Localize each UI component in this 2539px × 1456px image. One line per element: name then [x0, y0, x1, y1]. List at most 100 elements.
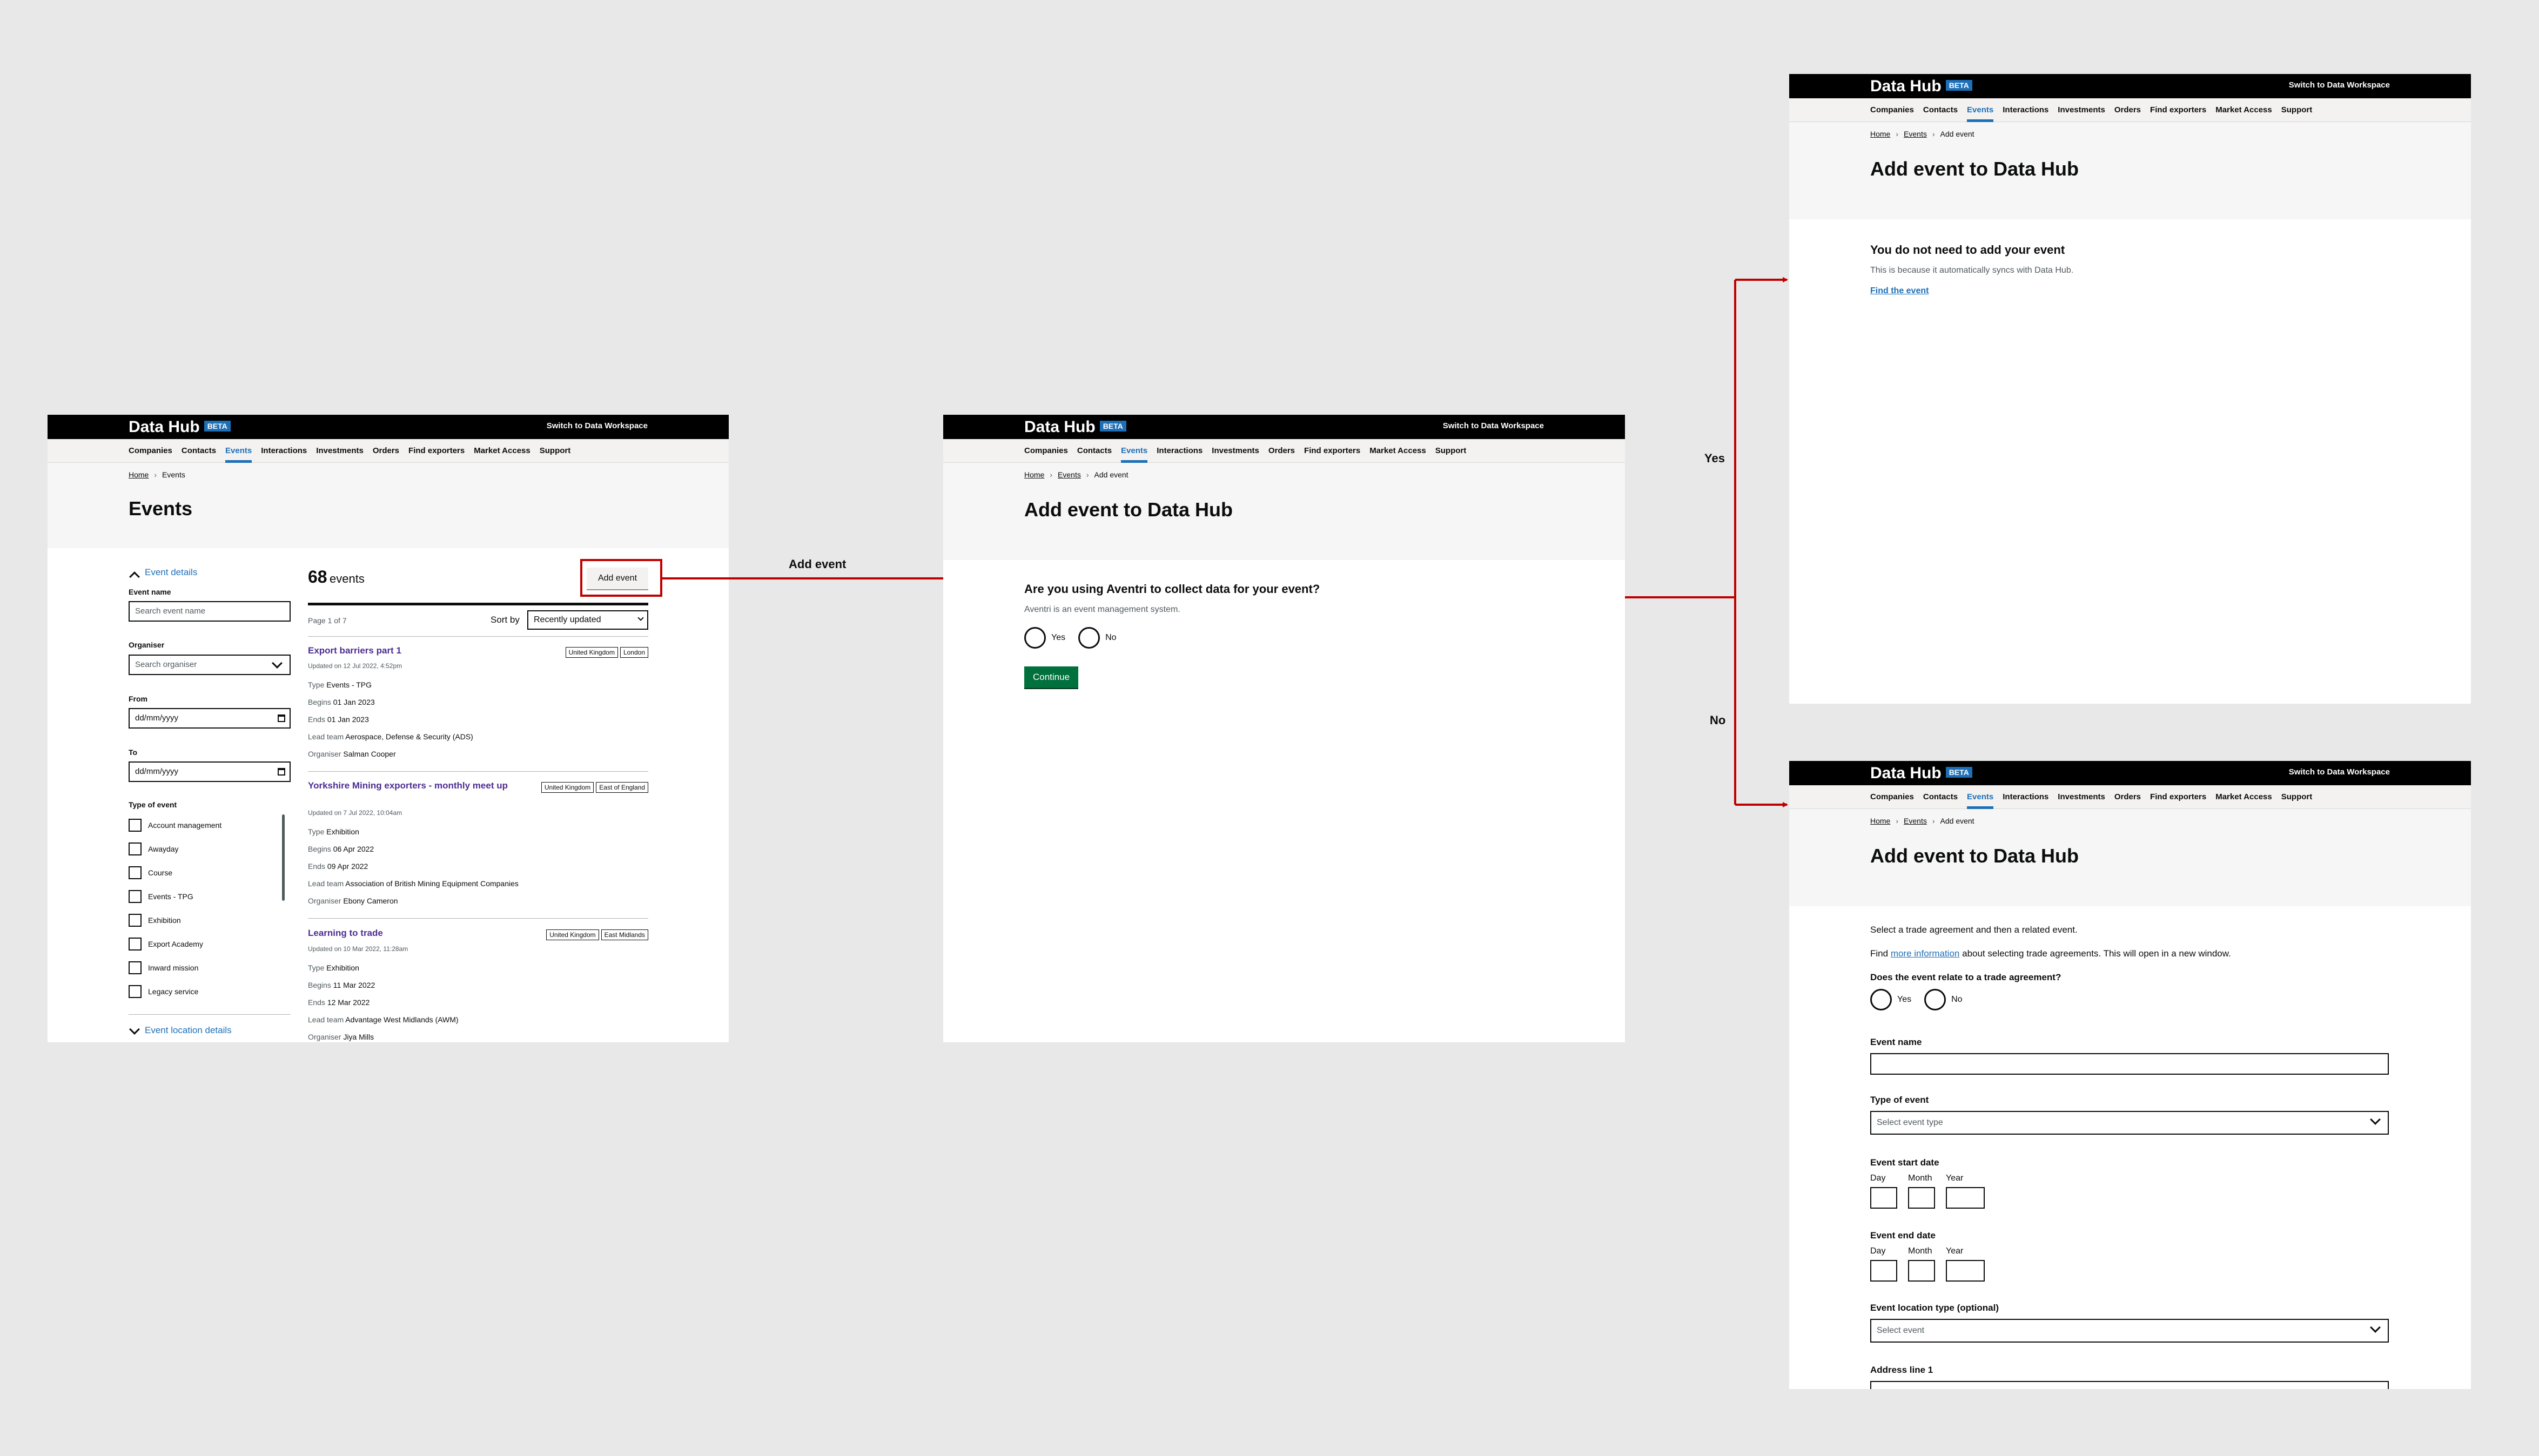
nav-find-exporters[interactable]: Find exporters	[408, 439, 465, 463]
end-month-input[interactable]	[1908, 1260, 1935, 1282]
nav-companies[interactable]: Companies	[1870, 98, 1914, 122]
nav-support[interactable]: Support	[1435, 439, 1467, 463]
filter-section-event-details[interactable]: Event details	[145, 567, 197, 578]
brand-logo[interactable]: Data Hub BETA	[1024, 417, 1126, 437]
checkbox[interactable]	[129, 819, 142, 832]
nav-support[interactable]: Support	[2281, 98, 2313, 122]
continue-button[interactable]: Continue	[1024, 666, 1078, 688]
breadcrumb-events[interactable]: Events	[1058, 470, 1081, 479]
brand-logo[interactable]: Data Hub BETA	[129, 417, 231, 437]
result-title-link[interactable]: Learning to trade	[308, 928, 383, 939]
add-event-button[interactable]: Add event	[587, 568, 648, 589]
nav-companies[interactable]: Companies	[1870, 785, 1914, 809]
breadcrumb-home[interactable]: Home	[1024, 470, 1044, 479]
event-location-type-select[interactable]: Select event	[1870, 1319, 2389, 1343]
header: Data Hub BETA Switch to Data Workspace	[943, 415, 1625, 439]
to-date-input[interactable]: dd/mm/yyyy	[129, 761, 291, 782]
nav-support[interactable]: Support	[540, 439, 571, 463]
radio-no[interactable]	[1924, 989, 1946, 1010]
nav-market-access[interactable]: Market Access	[2215, 785, 2272, 809]
scrollbar[interactable]	[282, 814, 285, 901]
nav-investments[interactable]: Investments	[316, 439, 364, 463]
breadcrumb-home[interactable]: Home	[1870, 130, 1890, 138]
nav-interactions[interactable]: Interactions	[261, 439, 307, 463]
chevron-down-icon	[129, 1024, 140, 1035]
switch-workspace-link[interactable]: Switch to Data Workspace	[2289, 767, 2390, 777]
result-tags: United Kingdom East Midlands	[544, 929, 648, 940]
switch-workspace-link[interactable]: Switch to Data Workspace	[2289, 80, 2390, 90]
filter-section-location[interactable]: Event location details	[145, 1025, 232, 1036]
nav-contacts[interactable]: Contacts	[1077, 439, 1112, 463]
nav-market-access[interactable]: Market Access	[2215, 98, 2272, 122]
nav-market-access[interactable]: Market Access	[1369, 439, 1426, 463]
checkbox[interactable]	[129, 890, 142, 903]
nav-orders[interactable]: Orders	[1268, 439, 1295, 463]
nav-events[interactable]: Events	[225, 439, 252, 463]
type-of-event-label: Type of event	[129, 800, 177, 809]
radio-no[interactable]	[1078, 627, 1100, 649]
end-year-input[interactable]	[1946, 1260, 1985, 1282]
radio-yes[interactable]	[1870, 989, 1892, 1010]
nav-investments[interactable]: Investments	[1212, 439, 1259, 463]
event-name-input[interactable]: Search event name	[129, 601, 291, 622]
nav-orders[interactable]: Orders	[2114, 785, 2141, 809]
nav-contacts[interactable]: Contacts	[1923, 785, 1958, 809]
breadcrumb-events[interactable]: Events	[1904, 817, 1927, 825]
checkbox[interactable]	[129, 985, 142, 998]
result-begins: Begins 01 Jan 2023	[308, 698, 375, 706]
more-information-link[interactable]: more information	[1891, 948, 1960, 959]
breadcrumb-home[interactable]: Home	[1870, 817, 1890, 825]
nav-orders[interactable]: Orders	[2114, 98, 2141, 122]
page-title: Add event to Data Hub	[1870, 158, 2079, 180]
nav-orders[interactable]: Orders	[373, 439, 399, 463]
start-month-input[interactable]	[1908, 1187, 1935, 1209]
switch-workspace-link[interactable]: Switch to Data Workspace	[547, 421, 648, 430]
result-title-link[interactable]: Export barriers part 1	[308, 645, 401, 656]
sort-select[interactable]: Recently updated	[527, 610, 648, 630]
nav-market-access[interactable]: Market Access	[474, 439, 530, 463]
nav-events[interactable]: Events	[1967, 785, 1994, 809]
aventri-question-screen: Data Hub BETA Switch to Data Workspace Co…	[943, 415, 1625, 1042]
nav-interactions[interactable]: Interactions	[1157, 439, 1203, 463]
find-event-link[interactable]: Find the event	[1870, 286, 1929, 296]
nav-interactions[interactable]: Interactions	[2003, 785, 2048, 809]
brand-logo[interactable]: Data Hub BETA	[1870, 764, 1972, 783]
nav-events[interactable]: Events	[1967, 98, 1994, 122]
beta-badge: BETA	[1099, 421, 1126, 432]
nav-companies[interactable]: Companies	[129, 439, 172, 463]
end-day-input[interactable]	[1870, 1260, 1897, 1282]
checkbox[interactable]	[129, 842, 142, 855]
nav-find-exporters[interactable]: Find exporters	[1304, 439, 1360, 463]
switch-workspace-link[interactable]: Switch to Data Workspace	[1443, 421, 1544, 430]
address-line-1-input[interactable]	[1870, 1381, 2389, 1389]
nav-investments[interactable]: Investments	[2058, 98, 2105, 122]
breadcrumb-home[interactable]: Home	[129, 470, 149, 479]
find-more-post: about selecting trade agreements. This w…	[1962, 948, 2231, 959]
from-date-input[interactable]: dd/mm/yyyy	[129, 708, 291, 729]
breadcrumb-events[interactable]: Events	[1904, 130, 1927, 138]
checkbox[interactable]	[129, 914, 142, 927]
event-name-input[interactable]	[1870, 1053, 2389, 1075]
checkbox[interactable]	[129, 866, 142, 879]
start-day-input[interactable]	[1870, 1187, 1897, 1209]
nav-investments[interactable]: Investments	[2058, 785, 2105, 809]
nav-contacts[interactable]: Contacts	[182, 439, 216, 463]
checkbox[interactable]	[129, 961, 142, 974]
nav-find-exporters[interactable]: Find exporters	[2150, 98, 2206, 122]
event-type-select[interactable]: Select event type	[1870, 1111, 2389, 1135]
brand-logo[interactable]: Data Hub BETA	[1870, 77, 1972, 96]
radio-yes[interactable]	[1024, 627, 1046, 649]
start-year-input[interactable]	[1946, 1187, 1985, 1209]
calendar-icon[interactable]	[278, 768, 285, 776]
checkbox[interactable]	[129, 938, 142, 951]
aventri-hint: Aventri is an event management system.	[1024, 605, 1180, 614]
organiser-select[interactable]: Search organiser	[129, 655, 291, 675]
nav-find-exporters[interactable]: Find exporters	[2150, 785, 2206, 809]
nav-companies[interactable]: Companies	[1024, 439, 1068, 463]
nav-contacts[interactable]: Contacts	[1923, 98, 1958, 122]
calendar-icon[interactable]	[278, 714, 285, 722]
nav-interactions[interactable]: Interactions	[2003, 98, 2048, 122]
nav-events[interactable]: Events	[1121, 439, 1148, 463]
nav-support[interactable]: Support	[2281, 785, 2313, 809]
result-title-link[interactable]: Yorkshire Mining exporters - monthly mee…	[308, 780, 524, 791]
